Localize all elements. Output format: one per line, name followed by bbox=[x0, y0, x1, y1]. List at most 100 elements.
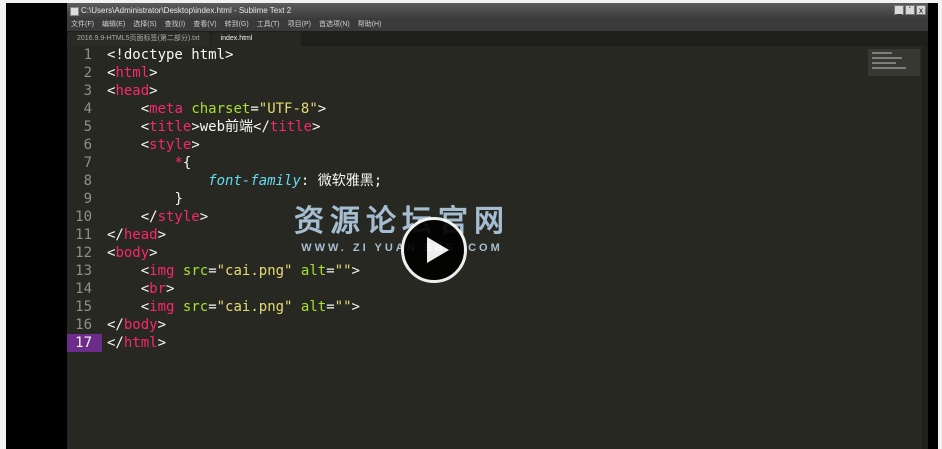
bracket: > bbox=[317, 101, 327, 117]
equals: = bbox=[208, 299, 217, 315]
tab-bar: 2016.9.9-HTML5页面标签(第二部分).txt index.html bbox=[67, 31, 928, 46]
line-number: 15 bbox=[75, 299, 92, 315]
code-line-17: </html> bbox=[107, 334, 867, 352]
bracket: < bbox=[140, 299, 150, 315]
bracket: </ bbox=[107, 335, 124, 351]
menu-goto[interactable]: 转到(G) bbox=[225, 19, 249, 31]
code-line-6: <style> bbox=[107, 136, 867, 154]
line-number: 9 bbox=[83, 191, 92, 207]
line-number: 6 bbox=[83, 137, 92, 153]
vertical-scrollbar[interactable] bbox=[922, 46, 928, 449]
string-alt: "" bbox=[334, 299, 352, 315]
code-line-3: <head> bbox=[107, 82, 867, 100]
tag-html: html bbox=[115, 65, 150, 81]
bracket: > bbox=[149, 83, 158, 99]
menu-view[interactable]: 查看(V) bbox=[193, 19, 216, 31]
string-alt: "" bbox=[334, 263, 352, 279]
tag-img: img bbox=[149, 263, 175, 279]
tab-index-html[interactable]: index.html bbox=[210, 32, 301, 46]
menu-preferences[interactable]: 首选项(N) bbox=[319, 19, 350, 31]
menu-file[interactable]: 文件(F) bbox=[71, 19, 94, 31]
universal-selector: * bbox=[174, 155, 183, 171]
menu-edit[interactable]: 编辑(E) bbox=[102, 19, 125, 31]
bracket: > bbox=[351, 299, 360, 315]
bracket: < bbox=[140, 101, 150, 117]
doctype: <!doctype html> bbox=[107, 47, 234, 63]
code-line-16: </body> bbox=[107, 316, 867, 334]
bracket: > bbox=[199, 209, 209, 225]
code-line-7: *{ bbox=[107, 154, 867, 172]
play-icon bbox=[427, 237, 449, 263]
restore-button[interactable]: ´ bbox=[905, 5, 915, 15]
attr-src: src bbox=[182, 299, 209, 315]
menu-bar: 文件(F) 编辑(E) 选择(S) 查找(I) 查看(V) 转到(G) 工具(T… bbox=[67, 19, 928, 31]
line-number: 14 bbox=[75, 281, 92, 297]
close-button[interactable]: x bbox=[916, 5, 926, 15]
line-number: 7 bbox=[83, 155, 92, 171]
attr-alt: alt bbox=[300, 299, 327, 315]
sublime-app-icon bbox=[70, 6, 79, 16]
code-line-15: <img src="cai.png" alt=""> bbox=[107, 298, 867, 316]
line-number: 4 bbox=[83, 101, 92, 117]
bracket: > bbox=[149, 65, 158, 81]
menu-help[interactable]: 帮助(H) bbox=[358, 19, 382, 31]
open-brace: { bbox=[182, 155, 192, 171]
watermark-title: 资源论坛官网 bbox=[294, 204, 510, 239]
line-number: 16 bbox=[75, 317, 92, 333]
menu-project[interactable]: 项目(P) bbox=[288, 19, 311, 31]
tag-body-close: body bbox=[123, 317, 158, 333]
bracket: </ bbox=[107, 317, 124, 333]
equals: = bbox=[326, 263, 335, 279]
line-number: 13 bbox=[75, 263, 92, 279]
play-button[interactable] bbox=[401, 217, 467, 283]
current-line-number: 17 bbox=[67, 334, 102, 352]
bracket: > bbox=[312, 119, 321, 135]
bracket: > bbox=[149, 245, 158, 261]
menu-find[interactable]: 查找(I) bbox=[165, 19, 186, 31]
attr-alt: alt bbox=[300, 263, 327, 279]
window-controls: _ ´ x bbox=[894, 5, 926, 15]
bracket: </ bbox=[140, 209, 158, 225]
minimap[interactable] bbox=[868, 49, 920, 76]
line-number: 3 bbox=[83, 83, 92, 99]
code-line-8: font-family: 微软雅黑; bbox=[107, 172, 867, 190]
title-text: >web前端</ bbox=[191, 119, 270, 135]
bracket: < bbox=[140, 281, 150, 297]
code-line-14: <br> bbox=[107, 280, 867, 298]
close-brace: } bbox=[174, 191, 183, 207]
property-value: : 微软雅黑; bbox=[300, 173, 383, 189]
bracket: < bbox=[140, 137, 150, 153]
bracket: > bbox=[157, 335, 167, 351]
bracket: > bbox=[157, 227, 167, 243]
equals: = bbox=[326, 299, 335, 315]
bracket: > bbox=[351, 263, 360, 279]
code-line-13: <img src="cai.png" alt=""> bbox=[107, 262, 867, 280]
tag-style: style bbox=[149, 137, 192, 153]
code-line-4: <meta charset="UTF-8"> bbox=[107, 100, 867, 118]
tag-br: br bbox=[149, 281, 167, 297]
attr-src: src bbox=[182, 263, 209, 279]
line-number: 10 bbox=[75, 209, 92, 225]
menu-tools[interactable]: 工具(T) bbox=[257, 19, 280, 31]
equals: = bbox=[208, 263, 217, 279]
tag-head: head bbox=[115, 83, 150, 99]
tag-title-close: title bbox=[269, 119, 313, 135]
bracket: > bbox=[157, 317, 167, 333]
tag-meta: meta bbox=[149, 101, 183, 117]
tag-title: title bbox=[149, 119, 192, 135]
line-number: 2 bbox=[83, 65, 92, 81]
string-src: "cai.png" bbox=[216, 263, 293, 279]
tag-head-close: head bbox=[123, 227, 158, 243]
menu-selection[interactable]: 选择(S) bbox=[133, 19, 156, 31]
tag-img: img bbox=[149, 299, 175, 315]
equals: = bbox=[250, 101, 259, 117]
line-number: 8 bbox=[83, 173, 92, 189]
tag-style-close: style bbox=[157, 209, 200, 225]
line-number-gutter: 1 2 3 4 5 6 7 8 9 10 11 12 13 14 15 16 1… bbox=[67, 46, 102, 449]
code-line-2: <html> bbox=[107, 64, 867, 82]
line-number: 11 bbox=[75, 227, 92, 243]
minimize-button[interactable]: _ bbox=[894, 5, 904, 15]
tab-txt-file[interactable]: 2016.9.9-HTML5页面标签(第二部分).txt bbox=[67, 32, 210, 46]
tag-body: body bbox=[115, 245, 150, 261]
attr-charset: charset bbox=[191, 101, 251, 117]
